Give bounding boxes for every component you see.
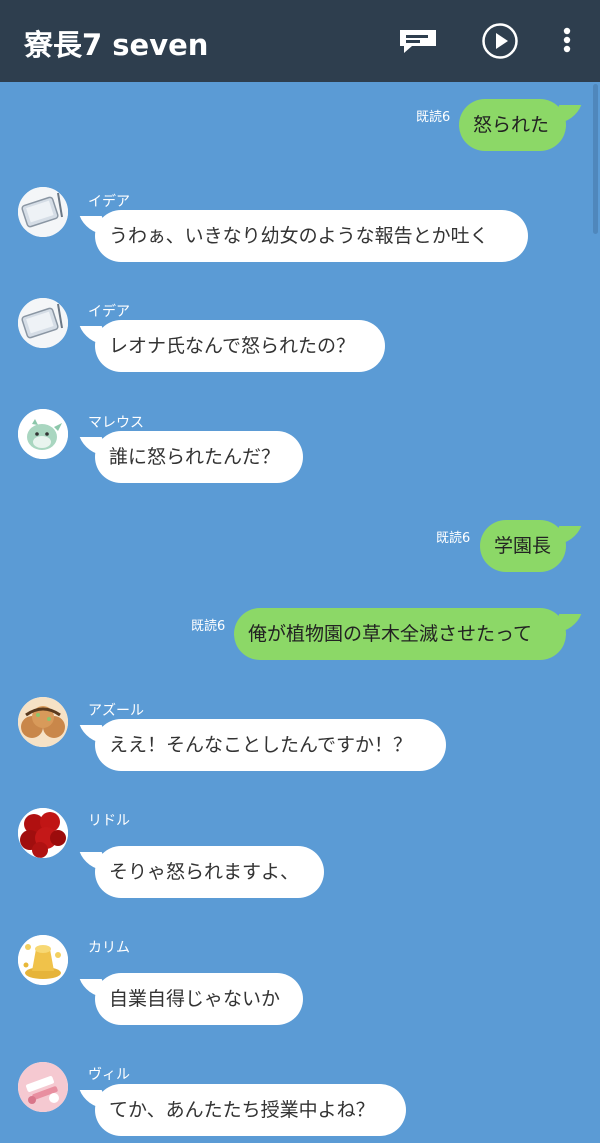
sender-name: イデア (88, 304, 130, 320)
notes-icon[interactable] (398, 26, 438, 56)
avatar-vil[interactable] (18, 1062, 68, 1112)
sender-name: マレウス (88, 415, 144, 431)
more-vert-icon[interactable] (560, 26, 574, 56)
avatar-idia[interactable] (18, 298, 68, 348)
chat-header: 寮長7 seven (0, 0, 600, 82)
avatar-riddle[interactable] (18, 808, 68, 858)
message-bubble-outgoing[interactable]: 俺が植物園の草木全滅させたって (234, 608, 566, 660)
roses-avatar-icon (18, 808, 68, 858)
tablet-avatar-icon (18, 298, 68, 348)
message-bubble-incoming[interactable]: そりゃ怒られますよ、 (95, 846, 324, 898)
sender-name: アズール (88, 703, 144, 719)
chat-title[interactable]: 寮長7 seven (24, 22, 208, 64)
message-bubble-incoming[interactable]: ええ！そんなことしたんですか！？ (95, 719, 446, 771)
message-bubble-incoming[interactable]: 自業自得じゃないか (95, 973, 303, 1025)
read-receipt: 既読6 (191, 619, 226, 634)
read-receipt: 既読6 (436, 531, 471, 546)
gold-avatar-icon (18, 935, 68, 985)
avatar-malleus[interactable] (18, 409, 68, 459)
message-bubble-incoming[interactable]: てか、あんたたち授業中よね？ (95, 1084, 406, 1136)
message-bubble-incoming[interactable]: 誰に怒られたんだ？ (95, 431, 303, 483)
avatar-kalim[interactable] (18, 935, 68, 985)
message-bubble-outgoing[interactable]: 学園長 (480, 520, 566, 572)
scrollbar[interactable] (593, 84, 598, 234)
tablet-avatar-icon (18, 187, 68, 237)
play-icon[interactable] (481, 22, 519, 60)
sender-name: イデア (88, 194, 130, 210)
dragon-avatar-icon (18, 409, 68, 459)
cosmetics-avatar-icon (18, 1062, 68, 1112)
sender-name: カリム (88, 940, 130, 956)
message-bubble-incoming[interactable]: うわぁ、いきなり幼女のような報告とか吐く (95, 210, 528, 262)
avatar-azul[interactable] (18, 697, 68, 747)
message-bubble-outgoing[interactable]: 怒られた (459, 99, 566, 151)
read-receipt: 既読6 (416, 110, 451, 125)
avatar-idia[interactable] (18, 187, 68, 237)
sender-name: ヴィル (88, 1067, 130, 1083)
takoyaki-avatar-icon (18, 697, 68, 747)
sender-name: リドル (88, 813, 130, 829)
message-bubble-incoming[interactable]: レオナ氏なんで怒られたの？ (95, 320, 385, 372)
